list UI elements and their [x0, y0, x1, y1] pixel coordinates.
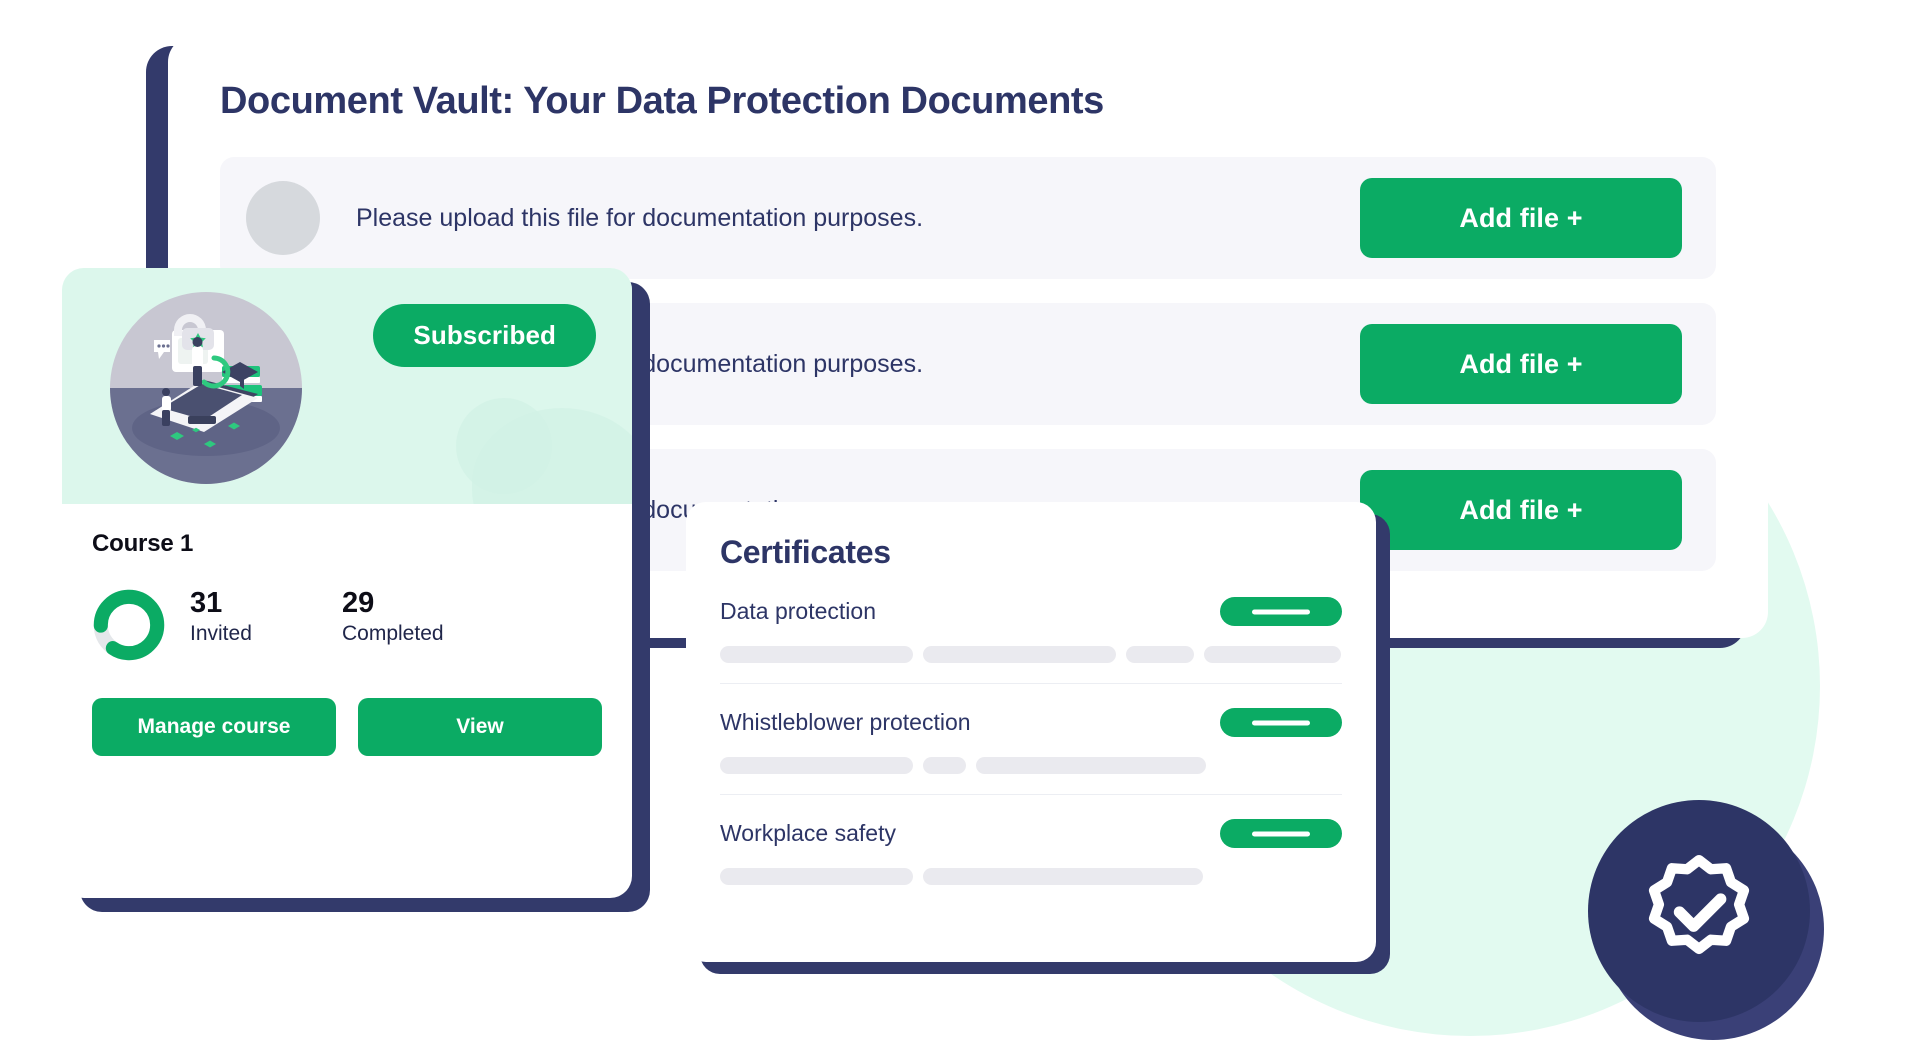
course-stats: 31 Invited 29 Completed — [92, 588, 602, 662]
add-file-button[interactable]: Add file + — [1360, 178, 1682, 258]
certificate-header: Data protection — [720, 597, 1342, 626]
skeleton-bar — [922, 646, 1116, 663]
course-body: Course 1 31 Invited 29 Completed Manage … — [62, 504, 632, 756]
skeleton-bar — [976, 757, 1207, 774]
certificate-item: Whistleblower protection — [720, 683, 1342, 794]
verified-badge-icon — [1648, 854, 1750, 955]
elearning-illustration — [110, 292, 302, 484]
skeleton-bar — [1125, 646, 1195, 663]
subscribed-status-badge[interactable]: Subscribed — [373, 304, 596, 367]
verified-badge — [1588, 800, 1810, 1022]
certificate-pill-button[interactable] — [1220, 819, 1342, 848]
completion-donut-chart — [93, 589, 165, 661]
course-hero: Subscribed — [62, 268, 632, 504]
certificate-item: Data protection — [720, 597, 1342, 683]
skeleton-bar — [922, 868, 1203, 885]
hero-decorative-blob — [456, 398, 552, 494]
avatar — [246, 181, 320, 255]
skeleton-bar — [1204, 646, 1341, 663]
skeleton-bar — [922, 757, 967, 774]
certificate-skeleton-row — [720, 757, 1342, 774]
page-title: Document Vault: Your Data Protection Doc… — [220, 80, 1104, 122]
stat-label: Completed — [342, 622, 444, 646]
file-upload-row: Please upload this file for documentatio… — [220, 157, 1716, 279]
certificate-header: Whistleblower protection — [720, 708, 1342, 737]
skeleton-bar — [720, 757, 913, 774]
course-title: Course 1 — [92, 530, 194, 557]
course-card: Subscribed Course 1 31 Invited 29 Comple… — [62, 268, 632, 898]
certificate-header: Workplace safety — [720, 819, 1342, 848]
certificate-name: Data protection — [720, 598, 876, 624]
certificate-name: Workplace safety — [720, 820, 896, 846]
certificate-pill-button[interactable] — [1220, 597, 1342, 626]
stat-label: Invited — [190, 622, 252, 646]
certificate-skeleton-row — [720, 646, 1342, 663]
add-file-button[interactable]: Add file + — [1360, 324, 1682, 404]
stat-completed: 29 Completed — [342, 588, 470, 646]
certificate-skeleton-row — [720, 868, 1342, 885]
certificates-title: Certificates — [720, 534, 891, 570]
stat-value: 29 — [342, 587, 375, 619]
add-file-button[interactable]: Add file + — [1360, 470, 1682, 550]
screenshot-stage: Document Vault: Your Data Protection Doc… — [0, 0, 1920, 1050]
skeleton-bar — [720, 868, 913, 885]
view-course-button[interactable]: View — [358, 698, 602, 756]
stat-invited: 31 Invited — [190, 588, 318, 646]
certificate-item: Workplace safety — [720, 794, 1342, 905]
certificates-panel: Certificates Data protection Whistleblow… — [686, 502, 1376, 962]
stat-value: 31 — [190, 587, 223, 619]
certificate-pill-button[interactable] — [1220, 708, 1342, 737]
certificate-name: Whistleblower protection — [720, 709, 971, 735]
course-actions: Manage course View — [92, 698, 602, 756]
skeleton-bar — [720, 646, 913, 663]
manage-course-button[interactable]: Manage course — [92, 698, 336, 756]
file-row-label: Please upload this file for documentatio… — [356, 203, 924, 232]
